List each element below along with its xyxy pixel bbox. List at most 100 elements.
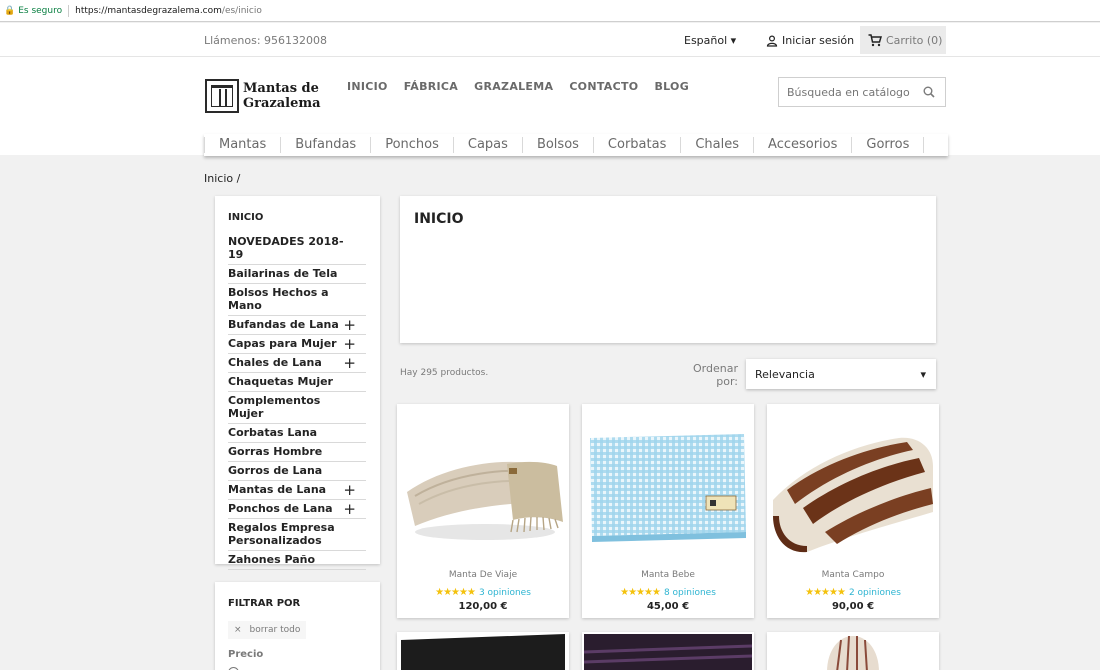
product-rating[interactable]: ★★★★★ 2 opiniones [767, 587, 939, 598]
cart-icon [868, 33, 882, 46]
sort-value: Relevancia [755, 367, 815, 381]
cart-label: Carrito (0) [886, 33, 943, 47]
loom-logo-icon [205, 79, 239, 113]
sidebar-item[interactable]: Zahones Paño [228, 551, 366, 570]
sidebar-item[interactable]: Mantas de Lana + [228, 481, 366, 500]
sidebar-item-label: Mantas de Lana [228, 483, 327, 496]
category-corbatas[interactable]: Corbatas [594, 137, 682, 153]
sidebar-item-label: NOVEDADES 2018-19 [228, 235, 344, 261]
sidebar-item[interactable]: Corbatas Lana [228, 424, 366, 443]
category-gorros[interactable]: Gorros [852, 137, 925, 153]
sidebar-item-label: Gorros de Lana [228, 464, 323, 477]
caret-down-icon: ▾ [730, 34, 737, 47]
nav-blog[interactable]: BLOG [654, 80, 689, 93]
category-bufandas[interactable]: Bufandas [281, 137, 372, 153]
product-card[interactable]: Manta Campo ★★★★★ 2 opiniones 90,00 € [767, 404, 939, 618]
sidebar-item[interactable]: Capas para Mujer + [228, 335, 366, 354]
product-price: 90,00 € [831, 601, 875, 612]
product-card[interactable] [582, 632, 754, 670]
review-count: 2 opiniones [848, 588, 901, 598]
product-card[interactable] [767, 632, 939, 670]
product-price: 120,00 € [458, 601, 508, 612]
url-host: https://mantasdegrazalema.com [75, 5, 222, 16]
sort-dropdown[interactable]: Relevancia ▾ [746, 359, 936, 389]
cart-button[interactable]: Carrito (0) [860, 26, 946, 54]
product-card[interactable]: Manta Bebe ★★★★★ 8 opiniones 45,00 € [582, 404, 754, 618]
category-mantas[interactable]: Mantas [204, 137, 282, 153]
sidebar-item[interactable]: Bailarinas de Tela [228, 265, 366, 284]
expand-icon[interactable]: + [343, 501, 356, 516]
sidebar-item[interactable]: Gorros de Lana [228, 462, 366, 481]
product-rating[interactable]: ★★★★★ 8 opiniones [582, 587, 754, 598]
clear-filters-button[interactable]: × borrar todo [228, 621, 307, 639]
product-name[interactable]: Manta De Viaje [397, 570, 569, 580]
sidebar-item[interactable]: Bufandas de Lana + [228, 316, 366, 335]
product-image[interactable] [582, 632, 754, 670]
sidebar-item[interactable]: Chales de Lana + [228, 354, 366, 373]
product-rating[interactable]: ★★★★★ 3 opiniones [397, 587, 569, 598]
sidebar-item-label: Gorras Hombre [228, 445, 323, 458]
site-header: Mantas de Grazalema INICIO FÁBRICA GRAZA… [0, 57, 1100, 156]
product-image[interactable] [767, 632, 939, 670]
sidebar-item-label: Complementos Mujer [228, 394, 321, 420]
expand-icon[interactable]: + [343, 482, 356, 497]
sidebar-item-label: Regalos Empresa Personalizados [228, 521, 335, 547]
sidebar-item[interactable]: Regalos Empresa Personalizados [228, 519, 366, 551]
signin-label: Iniciar sesión [782, 34, 855, 47]
filter-panel: FILTRAR POR × borrar todo Precio [215, 582, 380, 670]
sidebar-item[interactable]: Bolsos Hechos a Mano [228, 284, 366, 316]
product-card[interactable]: Manta De Viaje ★★★★★ 3 opiniones 120,00 € [397, 404, 569, 618]
sidebar-item-label: Bufandas de Lana [228, 318, 339, 331]
nav-contacto[interactable]: CONTACTO [569, 80, 638, 93]
search-box [778, 77, 946, 107]
divider [68, 4, 70, 17]
nav-fabrica[interactable]: FÁBRICA [404, 80, 458, 93]
expand-icon[interactable]: + [343, 355, 356, 370]
category-description-panel: INICIO [400, 196, 936, 343]
language-label: Español [684, 34, 728, 47]
sidebar-item[interactable]: Chaquetas Mujer [228, 373, 366, 392]
sidebar-item[interactable]: Gorras Hombre [228, 443, 366, 462]
category-accesorios[interactable]: Accesorios [754, 137, 853, 153]
logo-text: Mantas de Grazalema [243, 81, 321, 111]
category-bar: Mantas Bufandas Ponchos Capas Bolsos Cor… [204, 134, 948, 156]
lock-icon: 🔒 [4, 5, 16, 16]
clear-filters-label: borrar todo [249, 625, 301, 635]
sidebar-item[interactable]: NOVEDADES 2018-19 [228, 233, 366, 265]
category-bolsos[interactable]: Bolsos [523, 137, 594, 153]
signin-link[interactable]: Iniciar sesión [766, 34, 854, 47]
product-image[interactable] [397, 404, 569, 564]
sidebar-title[interactable]: INICIO [228, 212, 367, 223]
search-input[interactable] [779, 85, 919, 99]
expand-icon[interactable]: + [343, 336, 356, 351]
caret-down-icon: ▾ [920, 367, 926, 381]
filter-title: FILTRAR POR [228, 598, 301, 609]
product-image[interactable] [767, 404, 939, 564]
product-card[interactable] [397, 632, 569, 670]
top-bar: Llámenos: 956132008 Español ▾ Iniciar se… [0, 23, 1100, 57]
sidebar-item[interactable]: Ponchos de Lana + [228, 500, 366, 519]
contact-phone: Llámenos: 956132008 [204, 34, 328, 47]
product-count: Hay 295 productos. [400, 368, 489, 378]
browser-address-bar[interactable]: 🔒 Es seguro https://mantasdegrazalema.co… [0, 0, 1100, 22]
product-name[interactable]: Manta Bebe [582, 570, 754, 580]
product-image[interactable] [582, 404, 754, 564]
nav-grazalema[interactable]: GRAZALEMA [474, 80, 553, 93]
expand-icon[interactable]: + [343, 317, 356, 332]
product-image[interactable] [397, 632, 569, 670]
category-chales[interactable]: Chales [681, 137, 755, 153]
close-icon: × [234, 625, 242, 635]
review-count: 8 opiniones [663, 588, 716, 598]
breadcrumb[interactable]: Inicio / [204, 172, 240, 185]
sidebar-item[interactable]: Complementos Mujer [228, 392, 366, 424]
category-capas[interactable]: Capas [454, 137, 523, 153]
page-title: INICIO [414, 211, 464, 227]
logo-line-1: Mantas de [243, 81, 319, 96]
search-icon[interactable] [919, 86, 939, 98]
product-name[interactable]: Manta Campo [767, 570, 939, 580]
category-ponchos[interactable]: Ponchos [371, 137, 454, 153]
site-logo[interactable]: Mantas de Grazalema [205, 79, 321, 113]
nav-inicio[interactable]: INICIO [347, 80, 388, 93]
language-selector[interactable]: Español ▾ [684, 34, 736, 47]
product-price: 45,00 € [646, 601, 690, 612]
